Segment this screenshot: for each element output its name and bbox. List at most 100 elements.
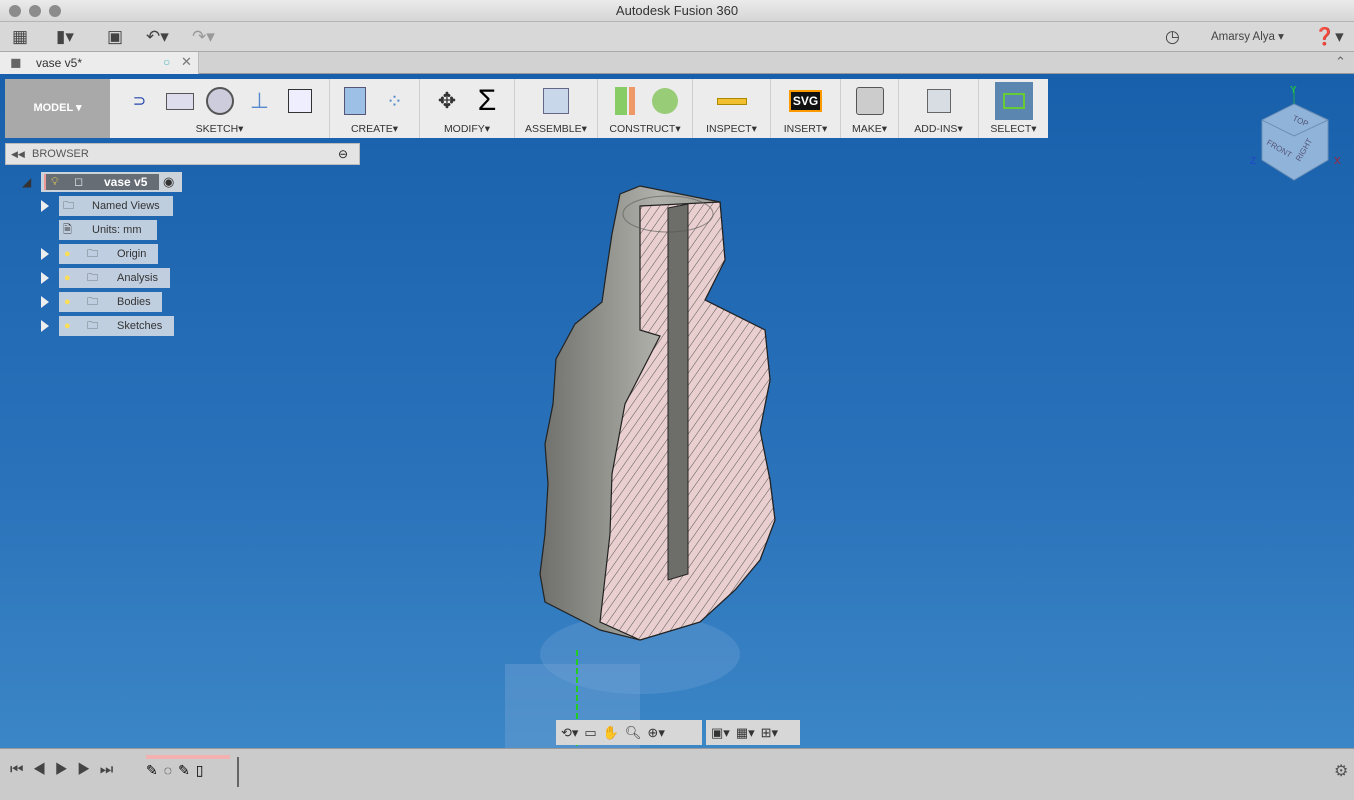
- extrude-feature-icon[interactable]: ▯: [196, 762, 204, 779]
- scripts-icon[interactable]: [923, 85, 955, 117]
- grid-icon[interactable]: ▦▾: [736, 725, 755, 741]
- expand-origin-icon[interactable]: [41, 248, 49, 260]
- offset-plane-icon[interactable]: [609, 85, 641, 117]
- help-icon[interactable]: ❓▾: [1314, 27, 1344, 47]
- timeline-marker[interactable]: [237, 757, 239, 787]
- view-cube[interactable]: TOP FRONT RIGHT Y Z X: [1250, 82, 1346, 182]
- window-title: Autodesk Fusion 360: [615, 3, 739, 18]
- extrude-icon[interactable]: [339, 85, 371, 117]
- visibility-bulb-icon[interactable]: ●: [64, 244, 71, 264]
- app-grid-icon[interactable]: ▦: [12, 27, 28, 47]
- move-icon[interactable]: ✥: [431, 85, 463, 117]
- collapse-browser-icon[interactable]: ◀◀: [11, 144, 25, 164]
- zoom-window-button[interactable]: [49, 5, 61, 17]
- zoom-icon[interactable]: 🔍︎: [625, 725, 642, 741]
- circle-icon[interactable]: [204, 85, 236, 117]
- orbit-icon[interactable]: ⟲▾: [561, 725, 578, 741]
- create-group[interactable]: ⁘ CREATE▾: [330, 79, 420, 138]
- line-arc-icon[interactable]: ⊃: [124, 85, 156, 117]
- workspace-switcher[interactable]: MODEL ▾: [5, 79, 110, 138]
- sketch-label: SKETCH▾: [195, 123, 244, 135]
- undo-icon[interactable]: ↶▾: [146, 27, 169, 47]
- modify-group[interactable]: ✥ Σ MODIFY▾: [420, 79, 515, 138]
- visibility-bulb-icon[interactable]: ●: [64, 292, 71, 312]
- visibility-bulb-icon[interactable]: ●: [64, 316, 71, 336]
- close-window-button[interactable]: [9, 5, 21, 17]
- inspect-group[interactable]: INSPECT▾: [693, 79, 771, 138]
- insert-group[interactable]: SVG INSERT▾: [771, 79, 841, 138]
- select-group[interactable]: SELECT▾: [979, 79, 1048, 138]
- collapse-root-icon[interactable]: ◢: [22, 175, 31, 189]
- construct-label: CONSTRUCT▾: [609, 123, 681, 135]
- step-back-icon[interactable]: ◀: [33, 761, 55, 778]
- vase-model[interactable]: [0, 74, 1354, 748]
- rectangle-icon[interactable]: [164, 85, 196, 117]
- step-forward-icon[interactable]: ▶: [77, 761, 99, 778]
- sketch-feature-icon[interactable]: ✎: [178, 762, 190, 779]
- select-window-icon[interactable]: [994, 82, 1033, 120]
- tree-item-sketches[interactable]: ● 🗀 Sketches: [59, 316, 174, 336]
- go-to-start-icon[interactable]: ⏮: [10, 761, 33, 778]
- folder-icon: 🗀: [87, 248, 98, 260]
- measure-icon[interactable]: [716, 85, 748, 117]
- inspect-label: INSPECT▾: [706, 123, 757, 135]
- expand-bodies-icon[interactable]: [41, 296, 49, 308]
- revolve-feature-icon[interactable]: ◌: [164, 762, 172, 779]
- pattern-icon[interactable]: ⁘: [379, 85, 411, 117]
- folder-icon: 🗀: [87, 272, 98, 284]
- redo-icon[interactable]: ↷▾: [192, 27, 215, 47]
- visibility-bulb-icon[interactable]: ●: [64, 268, 71, 288]
- axis-x-label: X: [1334, 156, 1341, 167]
- tree-root[interactable]: 💡︎ ◻ vase v5 ◉: [41, 172, 182, 192]
- construct-group[interactable]: CONSTRUCT▾: [598, 79, 693, 138]
- assemble-label: ASSEMBLE▾: [525, 123, 587, 135]
- add-ins-group[interactable]: ADD-INS▾: [899, 79, 979, 138]
- make-label: MAKE▾: [851, 123, 888, 135]
- assemble-group[interactable]: ASSEMBLE▾: [515, 79, 598, 138]
- tree-item-analysis[interactable]: ● 🗀 Analysis: [59, 268, 170, 288]
- timeline-features: ✎ ◌ ✎ ▯: [146, 762, 204, 779]
- sketch-feature-icon[interactable]: ✎: [146, 762, 158, 779]
- browser-panel-header[interactable]: ◀◀ BROWSER ⊖: [5, 143, 360, 165]
- save-icon[interactable]: ▣: [107, 27, 123, 47]
- folder-icon: 🗀: [87, 320, 98, 332]
- tree-item-named-views[interactable]: 🗀 Named Views: [59, 196, 173, 216]
- play-icon[interactable]: ▶: [55, 761, 77, 778]
- go-to-end-icon[interactable]: ⏭: [100, 761, 123, 778]
- 3d-print-icon[interactable]: [854, 85, 886, 117]
- offset-icon[interactable]: ⊥: [244, 85, 276, 117]
- tangent-plane-icon[interactable]: [649, 85, 681, 117]
- make-group[interactable]: MAKE▾: [841, 79, 899, 138]
- timeline-settings-gear-icon[interactable]: ⚙: [1334, 761, 1348, 781]
- insert-svg-icon[interactable]: SVG: [788, 85, 823, 117]
- activate-radio[interactable]: ◉: [163, 172, 174, 192]
- viewports-icon[interactable]: ⊞▾: [761, 725, 778, 741]
- root-label: vase v5: [104, 175, 148, 189]
- 3d-viewport[interactable]: TOP FRONT RIGHT Y Z X: [0, 74, 1354, 748]
- look-at-icon[interactable]: ▭: [584, 725, 596, 741]
- sum-icon[interactable]: Σ: [471, 84, 503, 117]
- fit-icon[interactable]: ⊕▾: [647, 725, 664, 741]
- clock-icon[interactable]: ◷: [1165, 27, 1180, 47]
- tree-item-units[interactable]: 🗎 Units: mm: [59, 220, 157, 240]
- expand-sketches-icon[interactable]: [41, 320, 49, 332]
- axis-z-label: Z: [1250, 156, 1256, 167]
- browser-options-icon[interactable]: ⊖: [338, 144, 348, 164]
- sketch-group[interactable]: ⊃ ⊥ SKETCH▾: [110, 79, 330, 138]
- visibility-bulb-icon[interactable]: 💡︎: [51, 172, 59, 192]
- close-tab-icon[interactable]: ✕: [181, 54, 192, 70]
- minimize-window-button[interactable]: [29, 5, 41, 17]
- collapse-chevron-icon[interactable]: ⌃: [1335, 54, 1346, 70]
- document-tab[interactable]: ◼ vase v5* ○ ✕: [0, 52, 199, 74]
- expand-analysis-icon[interactable]: [41, 272, 49, 284]
- new-component-icon[interactable]: [540, 85, 572, 117]
- file-menu-icon[interactable]: ▮▾: [56, 27, 74, 47]
- pan-icon[interactable]: ✋: [603, 725, 619, 741]
- user-menu[interactable]: Amarsy Alya ▾: [1211, 27, 1284, 47]
- display-settings-icon[interactable]: ▣▾: [711, 725, 730, 741]
- ribbon-toolbar: MODEL ▾ ⊃ ⊥ SKETCH▾ ⁘ CREATE▾ ✥ Σ MODIFY▾ …: [5, 79, 1048, 138]
- create-sketch-icon[interactable]: [284, 85, 316, 117]
- expand-named-views-icon[interactable]: [41, 200, 49, 212]
- tree-item-origin[interactable]: ● 🗀 Origin: [59, 244, 158, 264]
- tree-item-bodies[interactable]: ● 🗀 Bodies: [59, 292, 162, 312]
